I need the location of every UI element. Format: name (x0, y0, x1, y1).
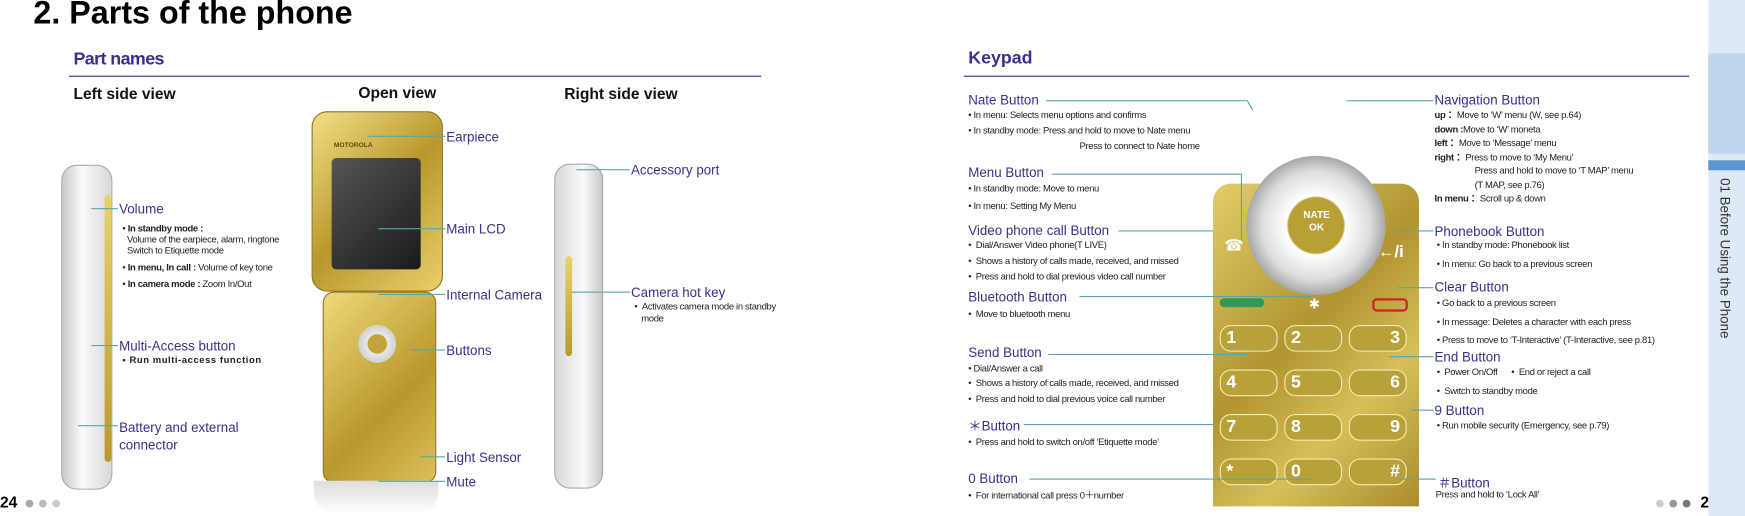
battery-label: Battery and external connector (119, 419, 239, 453)
video-call-button-label: Video phone call Button (968, 222, 1110, 239)
key-0[interactable]: 0 (1284, 458, 1343, 486)
key-hash[interactable]: # (1348, 458, 1407, 486)
phonebook-button-label: Phonebook Button (1434, 223, 1545, 240)
right-side-view-heading: Right side view (564, 84, 678, 103)
phone-left-edge (104, 194, 112, 462)
mute-label: Mute (446, 474, 476, 490)
camera-hot-key-image (565, 255, 573, 357)
phonebook-desc-1: • In standby mode: Phonebook list (1436, 239, 1570, 251)
nate-desc-1: • In menu: Selects menu options and conf… (968, 109, 1147, 121)
main-lcd (331, 158, 421, 270)
navigation-desc: up ：Move to ‘W’ menu (W, see p.64) down … (1434, 109, 1634, 204)
side-tab-block (1708, 53, 1745, 154)
send-button-label: Send Button (968, 344, 1042, 361)
bluetooth-key-icon[interactable]: ✱ (1309, 296, 1320, 312)
accessory-port-label: Accessory port (631, 162, 720, 179)
volume-desc-2: • In menu, In call : Volume of key tone (122, 261, 273, 273)
key-7[interactable]: 7 (1219, 413, 1278, 441)
star-button-label: ＊Button (968, 418, 1021, 435)
bluetooth-button-label: Bluetooth Button (968, 289, 1067, 305)
end-desc-1: • Power On/Off • End or reject a call (1436, 366, 1591, 378)
send-desc-3: • Press and hold to dial previous voice … (968, 392, 1166, 404)
phone-right-side-image (554, 163, 604, 489)
phone-hinge-bottom (313, 480, 439, 515)
clear-key-icon[interactable]: ←/i (1378, 243, 1404, 262)
menu-desc-2: • In menu: Setting My Menu (968, 200, 1076, 212)
title-number: 2. (33, 0, 61, 32)
key-9[interactable]: 9 (1348, 413, 1407, 441)
navigation-button-label: Navigation Button (1434, 92, 1540, 108)
keypad-heading: Keypad (968, 48, 1033, 68)
end-desc-2: • Switch to standby mode (1436, 385, 1538, 397)
send-desc-1: • Dial/Answer a call (968, 362, 1043, 374)
end-key[interactable] (1372, 298, 1408, 312)
key-3[interactable]: 3 (1348, 324, 1407, 352)
key-5[interactable]: 5 (1284, 369, 1343, 397)
clear-desc-1: • Go back to a previous screen (1436, 297, 1556, 309)
main-lcd-label: Main LCD (446, 221, 506, 238)
hash-desc-1: Press and hold to ‘Lock All’ (1435, 488, 1540, 500)
nav-key-small (358, 324, 397, 363)
divider (963, 75, 1690, 77)
multi-access-label: Multi-Access button (119, 338, 236, 354)
volume-desc: • In standby mode : Volume of the earpie… (122, 222, 280, 256)
video-desc-1: • Dial/Answer Video phone(T LIVE) (968, 239, 1107, 251)
key-8[interactable]: 8 (1284, 413, 1343, 441)
key-4[interactable]: 4 (1219, 369, 1278, 397)
divider (68, 75, 762, 77)
clear-button-label: Clear Button (1434, 279, 1509, 295)
nine-desc-1: • Run mobile security (Emergency, see p.… (1436, 419, 1610, 431)
internal-camera-label: Internal Camera (446, 287, 543, 303)
manual-spread: 2. Parts of the phone Part names Left si… (0, 0, 1745, 516)
zero-button-label: 0 Button (968, 470, 1018, 487)
volume-label: Volume (119, 201, 164, 218)
clear-desc-3: • Press to move to ‘T-Interactive’ (T-In… (1436, 333, 1655, 345)
left-page-number: 24 (0, 493, 66, 511)
title-text: Parts of the phone (69, 0, 353, 32)
chapter-tab-label: 01 Before Using the Phone (1717, 178, 1733, 339)
bluetooth-desc-1: • Move to bluetooth menu (968, 308, 1070, 320)
star-desc-1: • Press and hold to switch on/off ‘Etiqu… (968, 436, 1159, 448)
send-key[interactable] (1219, 298, 1265, 308)
camera-hot-key-label: Camera hot key (631, 284, 726, 301)
phone-keypad-base (322, 291, 437, 483)
open-view-heading: Open view (358, 83, 437, 102)
nate-ok-key[interactable]: NATE OK (1294, 209, 1339, 233)
phonebook-desc-2: • In menu: Go back to a previous screen (1436, 258, 1593, 270)
key-6[interactable]: 6 (1348, 369, 1407, 397)
part-names-heading: Part names (73, 50, 164, 69)
light-sensor-label: Light Sensor (446, 449, 522, 466)
camera-hot-key-desc: • Activates camera mode in standby mode (634, 300, 776, 324)
buttons-label: Buttons (446, 342, 492, 359)
key-star[interactable]: * (1219, 458, 1278, 486)
send-desc-2: • Shows a history of calls made, receive… (968, 377, 1179, 389)
nate-desc-2: • In standby mode: Press and hold to mov… (968, 124, 1191, 136)
nate-button-label: Nate Button (968, 92, 1039, 108)
nate-desc-3: Press to connect to Nate home (1079, 140, 1201, 152)
brand-logo: MOTOROLA (333, 142, 373, 150)
key-2[interactable]: 2 (1284, 324, 1343, 352)
video-desc-2: • Shows a history of calls made, receive… (968, 254, 1179, 266)
volume-desc-3: • In camera mode : Zoom In/Out (122, 278, 252, 290)
menu-button-label: Menu Button (968, 164, 1044, 181)
page-title: 2. Parts of the phone (33, 0, 352, 32)
menu-desc-1: • In standby mode: Move to menu (968, 182, 1099, 194)
zero-desc-1: • For international call press 0＋number (968, 489, 1124, 501)
clear-desc-2: • In message: Deletes a character with e… (1436, 316, 1631, 328)
left-side-view-heading: Left side view (73, 84, 176, 103)
end-button-label: End Button (1434, 349, 1501, 366)
multi-access-desc: • Run multi-access function (122, 353, 262, 366)
earpiece-label: Earpiece (446, 129, 499, 145)
key-1[interactable]: 1 (1219, 324, 1278, 352)
video-desc-3: • Press and hold to dial previous video … (968, 270, 1166, 282)
side-tab-bar (1708, 160, 1745, 171)
nine-button-label: 9 Button (1434, 402, 1485, 419)
